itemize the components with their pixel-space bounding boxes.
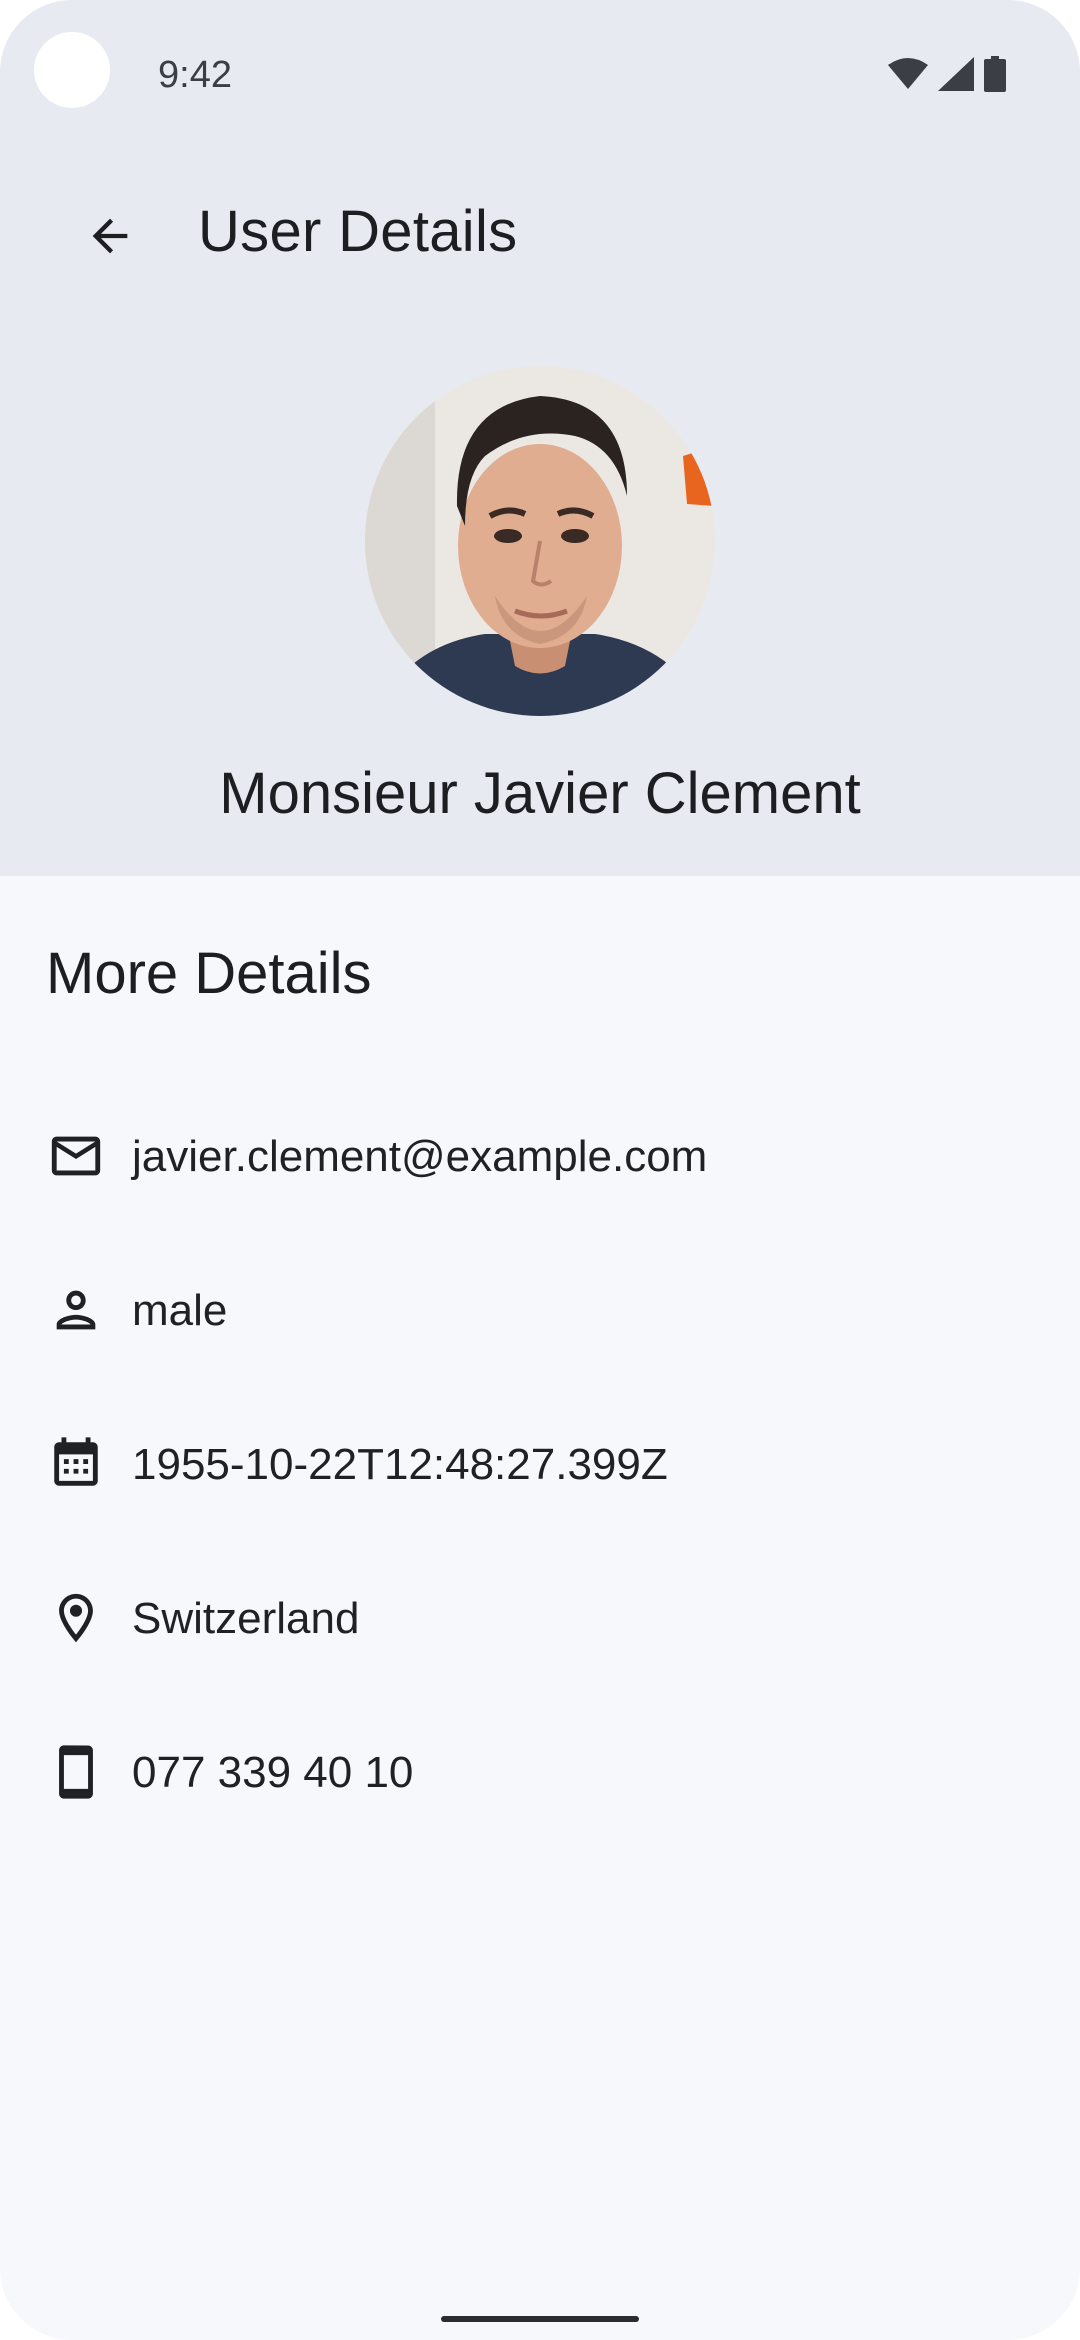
status-time: 9:42 [158, 54, 232, 96]
gender-value: male [132, 1286, 228, 1335]
status-icons [888, 56, 1006, 92]
page-title: User Details [198, 199, 518, 264]
birthdate-value: 1955-10-22T12:48:27.399Z [132, 1440, 668, 1489]
detail-row-email: javier.clement@example.com [0, 1104, 1080, 1204]
detail-row-birthdate: 1955-10-22T12:48:27.399Z [0, 1412, 1080, 1512]
detail-row-gender: male [0, 1258, 1080, 1358]
signal-icon [938, 57, 974, 91]
home-indicator[interactable] [441, 2316, 639, 2322]
camera-cutout [34, 32, 110, 108]
section-title: More Details [46, 941, 372, 1006]
profile-full-name: Monsieur Javier Clement [219, 761, 861, 826]
back-button[interactable] [60, 188, 160, 288]
email-value: javier.clement@example.com [132, 1132, 708, 1181]
wifi-icon [888, 57, 928, 91]
status-bar: 9:42 [0, 0, 1080, 150]
arrow-left-icon [84, 210, 136, 267]
app-screen: 9:42 User Details Monsieur Javier Clemen… [0, 0, 1080, 2340]
calendar-icon [46, 1434, 106, 1494]
top-app-bar: User Details [0, 180, 1080, 290]
country-value: Switzerland [132, 1594, 360, 1643]
battery-icon [984, 56, 1006, 92]
location-pin-icon [46, 1588, 106, 1648]
mail-icon [46, 1126, 106, 1186]
avatar [365, 366, 715, 716]
detail-row-country: Switzerland [0, 1566, 1080, 1666]
person-icon [46, 1280, 106, 1340]
phone-value: 077 339 40 10 [132, 1748, 414, 1797]
profile-header: 9:42 User Details Monsieur Javier Clemen… [0, 0, 1080, 876]
detail-row-phone: 077 339 40 10 [0, 1720, 1080, 1820]
phone-icon [46, 1742, 106, 1802]
